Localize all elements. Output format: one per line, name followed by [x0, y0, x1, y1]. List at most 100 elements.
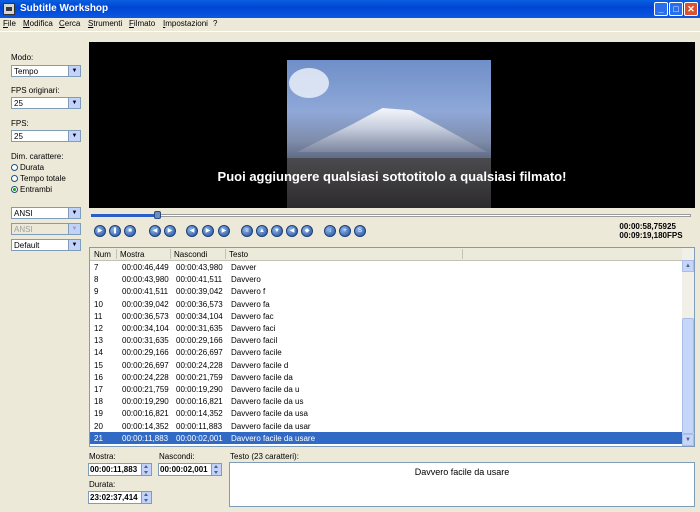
menu-filmato[interactable]: Filmato: [129, 19, 155, 28]
maximize-button[interactable]: □: [669, 2, 683, 16]
prev-subtitle-icon[interactable]: ▲: [256, 225, 268, 237]
table-row[interactable]: 19 00:00:16,821 00:00:14,352 Davvero facile…: [90, 407, 683, 419]
cell-text: Davvero facil: [231, 336, 278, 346]
video-preview[interactable]: Puoi aggiungere qualsiasi sottotitolo a …: [89, 42, 695, 208]
cell-text: Davver: [231, 263, 257, 272]
table-row[interactable]: 21 00:00:11,883 00:00:02,001 Davvero facile…: [90, 431, 683, 444]
table-row[interactable]: 8 00:00:43,980 00:00:41,511 Davvero: [90, 273, 683, 285]
play-icon[interactable]: ▶: [94, 225, 106, 237]
menu-modifica[interactable]: Modifica: [23, 19, 53, 28]
seek-thumb[interactable]: [154, 211, 161, 219]
add-subtitle-icon[interactable]: +: [339, 225, 351, 237]
radio-tempo-totale[interactable]: Tempo totale: [11, 174, 66, 183]
seek-bar[interactable]: [89, 210, 695, 220]
scroll-thumb[interactable]: [682, 318, 694, 434]
spin-arrows-icon[interactable]: [141, 464, 151, 475]
table-row[interactable]: 17 00:00:21,759 00:00:19,290 Davvero facile…: [90, 383, 683, 395]
next-subtitle-icon[interactable]: ▼: [271, 225, 283, 237]
orig-fps-label: FPS originari:: [11, 86, 60, 95]
cell-show: 00:00:21,759: [122, 385, 169, 394]
cell-hide: 00:00:31,635: [176, 324, 223, 333]
table-row[interactable]: 11 00:00:36,573 00:00:34,104 Davvero fac: [90, 310, 683, 322]
table-row[interactable]: 20 00:00:14,352 00:00:11,883 Davvero facile…: [90, 420, 683, 432]
radio-entrambi[interactable]: Entrambi: [11, 185, 52, 194]
subtitle-list[interactable]: Num Mostra Nascondi Testo 7 00:00:46,449 0…: [89, 247, 695, 447]
spin-arrows-icon[interactable]: [211, 464, 221, 475]
table-row[interactable]: 15 00:00:26,697 00:00:24,228 Davvero facile…: [90, 359, 683, 371]
mode-select[interactable]: Tempo ▼: [11, 65, 81, 77]
table-row[interactable]: 13 00:00:31,635 00:00:29,166 Davvero facil: [90, 334, 683, 346]
mark-end-icon[interactable]: ◆: [301, 225, 313, 237]
scroll-up-icon[interactable]: ▲: [682, 260, 694, 272]
table-row[interactable]: 12 00:00:34,104 00:00:31,635 Davvero faci: [90, 322, 683, 334]
menu-bar: File Modifica Cerca Strumenti Filmato Im…: [0, 18, 700, 32]
chevron-down-icon: ▼: [68, 224, 80, 234]
settings-icon[interactable]: S: [354, 225, 366, 237]
sync-icon[interactable]: ↓: [324, 225, 336, 237]
forward-icon[interactable]: ▶: [164, 225, 176, 237]
menu-file[interactable]: File: [3, 19, 16, 28]
col-header-testo[interactable]: Testo: [229, 250, 248, 260]
col-divider: [225, 249, 226, 259]
menu-impostazioni[interactable]: Impostazioni: [163, 19, 208, 28]
col-divider: [170, 249, 171, 259]
subtitle-icon[interactable]: ≡: [241, 225, 253, 237]
cell-text: Davvero facile da: [231, 372, 293, 382]
duration-label: Durata:: [89, 480, 116, 489]
minimize-button[interactable]: _: [654, 2, 668, 16]
cell-show: 00:00:31,635: [122, 336, 169, 346]
spin-arrows-icon[interactable]: [141, 492, 151, 503]
pause-icon[interactable]: ❚: [109, 225, 121, 237]
table-row[interactable]: 18 00:00:19,290 00:00:16,821 Davvero facile…: [90, 395, 683, 407]
chevron-down-icon: ▼: [68, 131, 80, 141]
table-row[interactable]: 9 00:00:41,511 00:00:39,042 Davvero f: [90, 285, 683, 297]
fps-value-readout: 25: [667, 222, 676, 231]
close-button[interactable]: ✕: [684, 2, 698, 16]
charset-select[interactable]: ANSI ▼: [11, 207, 81, 219]
orig-fps-select[interactable]: 25 ▼: [11, 97, 81, 109]
fps-select[interactable]: 25 ▼: [11, 130, 81, 142]
cell-num: 10: [94, 299, 103, 309]
show-label: Mostra:: [89, 452, 116, 461]
radio-entrambi-label: Entrambi: [20, 185, 53, 194]
cell-text: Davvero faci: [231, 324, 276, 333]
col-header-mostra[interactable]: Mostra: [120, 250, 144, 260]
table-row[interactable]: 7 00:00:46,449 00:00:43,980 Davver: [90, 261, 683, 273]
cell-hide: 00:00:26,697: [176, 348, 223, 358]
cell-num: 17: [94, 385, 103, 394]
subtitle-overlay: Puoi aggiungere qualsiasi sottotitolo a …: [217, 169, 567, 184]
show-time-input[interactable]: 00:00:11,883: [88, 463, 152, 476]
cell-show: 00:00:29,166: [122, 348, 169, 358]
scroll-down-icon[interactable]: ▼: [682, 434, 694, 446]
fast-forward-icon[interactable]: ▶: [202, 225, 214, 237]
cell-hide: 00:00:16,821: [176, 397, 223, 407]
cell-hide: 00:00:02,001: [176, 433, 223, 443]
hide-time-input[interactable]: 00:00:02,001: [158, 463, 222, 476]
subtitle-text-editor[interactable]: Davvero facile da usare: [229, 462, 695, 507]
cell-hide: 00:00:29,166: [176, 336, 223, 346]
chevron-down-icon: ▼: [68, 240, 80, 250]
duration-input[interactable]: 23:02:37,414: [88, 491, 152, 504]
col-divider: [462, 249, 463, 259]
col-header-num[interactable]: Num: [94, 250, 111, 260]
cell-num: 8: [94, 275, 99, 285]
vertical-scrollbar[interactable]: ▲ ▼: [682, 248, 694, 446]
stop-icon[interactable]: ■: [124, 225, 136, 237]
menu-strumenti[interactable]: Strumenti: [88, 19, 122, 28]
table-row[interactable]: 10 00:00:39,042 00:00:36,573 Davvero fa: [90, 298, 683, 310]
cell-text: Davvero facile da usare: [231, 433, 316, 443]
radio-icon: [11, 164, 18, 171]
font-value: Default: [14, 241, 40, 250]
rewind-icon[interactable]: ◀: [186, 225, 198, 237]
charset-value: ANSI: [14, 209, 33, 218]
back-icon[interactable]: ◀: [149, 225, 161, 237]
menu-help[interactable]: ?: [213, 19, 217, 28]
table-row[interactable]: 16 00:00:24,228 00:00:21,759 Davvero facile…: [90, 371, 683, 383]
col-header-nascondi[interactable]: Nascondi: [174, 250, 207, 260]
menu-cerca[interactable]: Cerca: [59, 19, 80, 28]
table-row[interactable]: 14 00:00:29,166 00:00:26,697 Davvero facile: [90, 346, 683, 358]
mark-start-icon[interactable]: ◀: [286, 225, 298, 237]
next-icon[interactable]: ▶: [218, 225, 230, 237]
font-select[interactable]: Default ▼: [11, 239, 81, 251]
radio-durata[interactable]: Durata: [11, 163, 44, 172]
